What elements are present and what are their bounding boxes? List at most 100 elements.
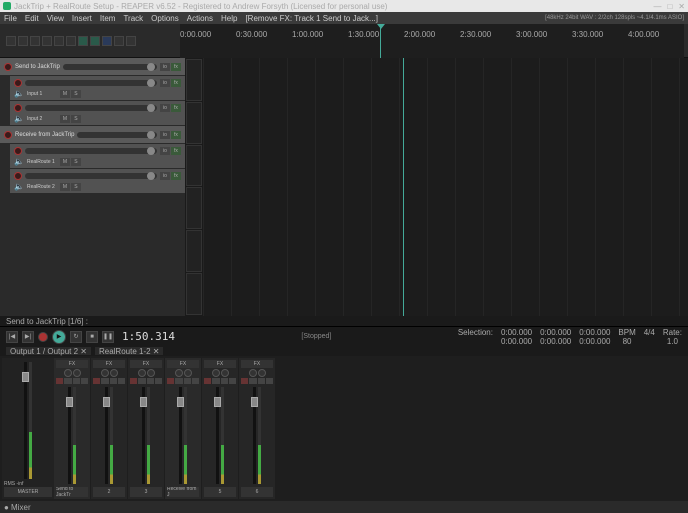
monitor-button[interactable] [212, 378, 219, 384]
solo-button[interactable] [118, 378, 125, 384]
menu-view[interactable]: View [47, 14, 64, 23]
speaker-icon[interactable]: 🔈 [14, 114, 24, 123]
track-name[interactable]: Send to JackTrip [15, 64, 60, 70]
fx-slot[interactable]: FX [204, 360, 236, 368]
menu-options[interactable]: Options [151, 14, 179, 23]
mixer-channel-5[interactable]: FX 5 [202, 358, 238, 499]
sel-end2[interactable]: 0:00.000 [540, 337, 571, 346]
track-1[interactable]: Send to JackTrip io fx [0, 58, 185, 75]
fx-slot[interactable]: FX [130, 360, 162, 368]
mute-button[interactable] [221, 378, 228, 384]
volume-slider[interactable] [25, 148, 157, 154]
tool-auto-xfade[interactable] [6, 36, 16, 46]
route-button[interactable]: io [160, 147, 170, 155]
fx-button[interactable]: fx [171, 104, 181, 112]
monitor-button[interactable] [138, 378, 145, 384]
mute-button[interactable]: M [60, 90, 70, 98]
track-6[interactable]: iofx 🔈 RealRoute 2 MS [10, 169, 185, 193]
mixer-toggle[interactable]: ● Mixer [4, 503, 31, 512]
pan-knob[interactable] [175, 369, 183, 377]
tool-env-mode[interactable] [78, 36, 88, 46]
record-arm-button[interactable] [130, 378, 137, 384]
tool-item-mode[interactable] [102, 36, 112, 46]
track-input-label[interactable]: RealRoute 1 [27, 159, 57, 165]
playhead[interactable] [403, 58, 404, 316]
tool-group[interactable] [90, 36, 100, 46]
route-button[interactable]: io [160, 79, 170, 87]
sel-start2[interactable]: 0:00.000 [501, 337, 532, 346]
mute-button[interactable] [147, 378, 154, 384]
width-knob[interactable] [184, 369, 192, 377]
fx-button[interactable]: fx [171, 63, 181, 71]
track-2[interactable]: iofx 🔈 Input 1 MS [10, 76, 185, 100]
monitor-button[interactable] [175, 378, 182, 384]
go-end-button[interactable]: ▶| [22, 331, 34, 343]
solo-button[interactable]: S [71, 115, 81, 123]
volume-slider[interactable] [25, 173, 157, 179]
timesig[interactable]: 4/4 [644, 328, 655, 337]
mixer-channel-2[interactable]: FX 2 [91, 358, 127, 499]
sel-len[interactable]: 0:00.000 [579, 328, 610, 337]
route-button[interactable]: io [160, 63, 170, 71]
stop-button[interactable]: ■ [86, 331, 98, 343]
channel-fader[interactable] [68, 387, 71, 484]
time-display[interactable]: 1:50.314 [122, 330, 175, 343]
record-arm-button[interactable] [241, 378, 248, 384]
mute-button[interactable] [184, 378, 191, 384]
solo-button[interactable] [155, 378, 162, 384]
volume-slider[interactable] [25, 105, 157, 111]
mute-button[interactable] [73, 378, 80, 384]
track-input-label[interactable]: Input 1 [27, 91, 57, 97]
bpm-value[interactable]: 80 [623, 337, 632, 346]
menu-item[interactable]: Item [100, 14, 116, 23]
menu-actions[interactable]: Actions [187, 14, 213, 23]
channel-fader[interactable] [142, 387, 145, 484]
tool-ripple[interactable] [18, 36, 28, 46]
mixer-channel-6[interactable]: FX 6 [239, 358, 275, 499]
record-button[interactable] [38, 332, 48, 342]
tool-lock[interactable] [66, 36, 76, 46]
minimize-icon[interactable]: — [653, 2, 661, 11]
route-button[interactable]: io [160, 104, 170, 112]
record-arm-button[interactable] [4, 131, 12, 139]
speaker-icon[interactable]: 🔈 [14, 157, 24, 166]
close-icon[interactable]: ✕ [678, 2, 685, 11]
solo-button[interactable] [266, 378, 273, 384]
sel-len2[interactable]: 0:00.000 [579, 337, 610, 346]
channel-fader[interactable] [216, 387, 219, 484]
channel-label[interactable]: 2 [93, 487, 125, 497]
mute-button[interactable]: M [60, 158, 70, 166]
rate-value[interactable]: 1.0 [667, 337, 678, 346]
pan-knob[interactable] [249, 369, 257, 377]
width-knob[interactable] [147, 369, 155, 377]
arrange-view[interactable] [203, 58, 688, 316]
go-start-button[interactable]: |◀ [6, 331, 18, 343]
track-3[interactable]: iofx 🔈 Input 2 MS [10, 101, 185, 125]
solo-button[interactable]: S [71, 158, 81, 166]
channel-fader[interactable] [105, 387, 108, 484]
record-arm-button[interactable] [14, 172, 22, 180]
tool-lock2[interactable] [126, 36, 136, 46]
mute-button[interactable] [258, 378, 265, 384]
record-arm-button[interactable] [204, 378, 211, 384]
mixer-tab[interactable]: RealRoute 1-2 ✕ [95, 347, 164, 355]
fx-button[interactable]: fx [171, 131, 181, 139]
channel-label[interactable]: 3 [130, 487, 162, 497]
fx-button[interactable]: fx [171, 147, 181, 155]
record-arm-button[interactable] [14, 104, 22, 112]
master-channel[interactable]: RMS -inf MASTER [2, 358, 54, 499]
channel-fader[interactable] [179, 387, 182, 484]
volume-slider[interactable] [25, 80, 157, 86]
pause-button[interactable]: ❚❚ [102, 331, 114, 343]
mute-button[interactable]: M [60, 183, 70, 191]
playhead-icon[interactable] [380, 24, 381, 58]
sel-start[interactable]: 0:00.000 [501, 328, 532, 337]
record-arm-button[interactable] [4, 63, 12, 71]
menu-insert[interactable]: Insert [72, 14, 92, 23]
track-4[interactable]: Receive from JackTrip io fx [0, 126, 185, 143]
fx-button[interactable]: fx [171, 172, 181, 180]
monitor-button[interactable] [64, 378, 71, 384]
pan-knob[interactable] [101, 369, 109, 377]
mute-button[interactable]: M [60, 115, 70, 123]
record-arm-button[interactable] [167, 378, 174, 384]
